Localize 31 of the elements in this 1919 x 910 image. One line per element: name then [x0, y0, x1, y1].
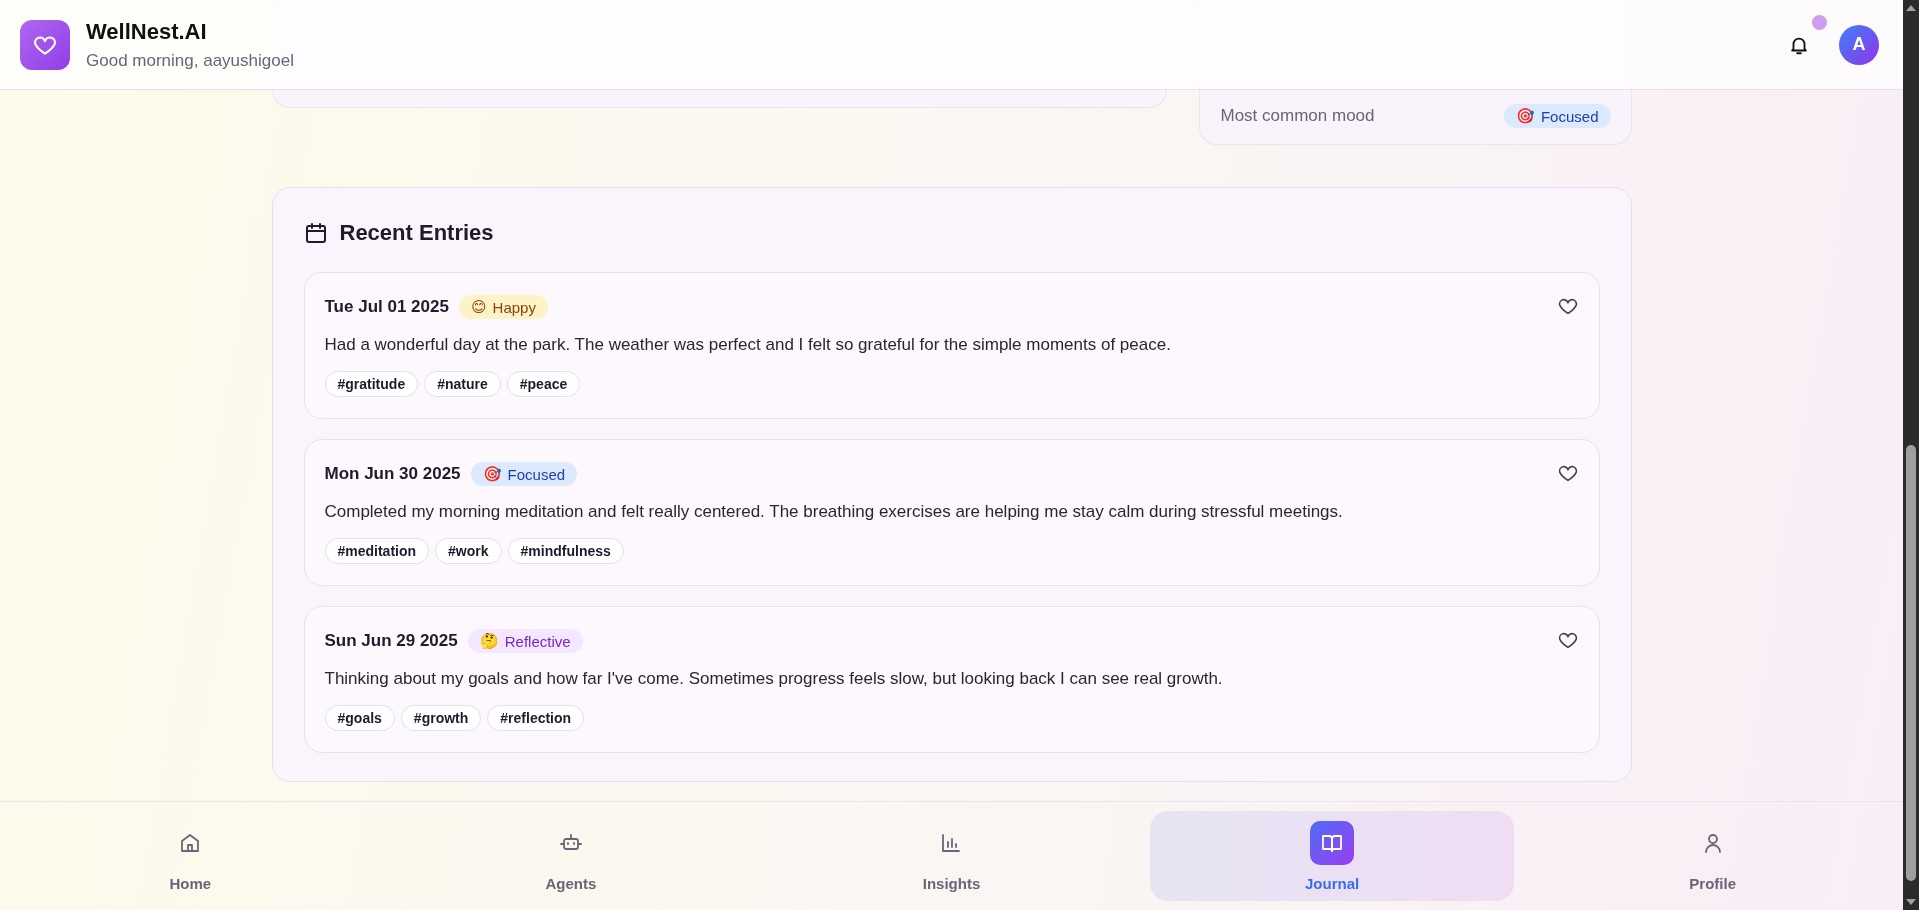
- tag[interactable]: #reflection: [487, 705, 585, 731]
- mood-badge: 😊 Happy: [458, 295, 548, 319]
- greeting-text: Good morning, aayushigoel: [86, 50, 294, 71]
- tag[interactable]: #peace: [506, 371, 581, 397]
- nav-tab[interactable]: Profile: [1530, 811, 1895, 901]
- scrollbar-thumb[interactable]: [1906, 445, 1916, 881]
- app-name: WellNest.AI: [86, 18, 208, 45]
- tag[interactable]: #mindfulness: [507, 538, 624, 564]
- nav-tab[interactable]: Journal: [1149, 811, 1515, 901]
- mood-badge: 🎯 Focused: [1503, 104, 1611, 128]
- entry-date: Sun Jun 29 2025: [324, 631, 458, 651]
- section-title: Recent Entries: [339, 220, 494, 246]
- tag[interactable]: #goals: [324, 705, 395, 731]
- avatar[interactable]: A: [1839, 24, 1879, 65]
- calendar-icon: [303, 221, 328, 245]
- nav-tab[interactable]: Home: [8, 811, 373, 901]
- entry-date: Mon Jun 30 2025: [324, 464, 461, 484]
- entry-text: Had a wonderful day at the park. The weather was perfect and I felt so grateful for the simple moments of peace.: [324, 335, 1172, 355]
- mood-badge: 🤔 Reflective: [467, 629, 583, 653]
- tag[interactable]: #work: [435, 538, 502, 564]
- nav-tab[interactable]: Agents: [388, 811, 754, 901]
- entry-date: Tue Jul 01 2025: [324, 297, 449, 317]
- tag[interactable]: #gratitude: [324, 371, 419, 397]
- tag[interactable]: #nature: [424, 371, 501, 397]
- tag[interactable]: #growth: [400, 705, 482, 731]
- entry-text: Thinking about my goals and how far I've come. Sometimes progress feels slow, but looking back I can see real growth.: [324, 669, 1224, 689]
- entry-text: Completed my morning meditation and felt really centered. The breathing exercises are helping me stay calm during stressful meetings.: [324, 502, 1344, 522]
- tag[interactable]: #meditation: [324, 538, 430, 564]
- mood-badge: 🎯 Focused: [470, 462, 578, 486]
- nav-tab[interactable]: Insights: [769, 811, 1134, 901]
- stat-label: Most common mood: [1220, 106, 1375, 126]
